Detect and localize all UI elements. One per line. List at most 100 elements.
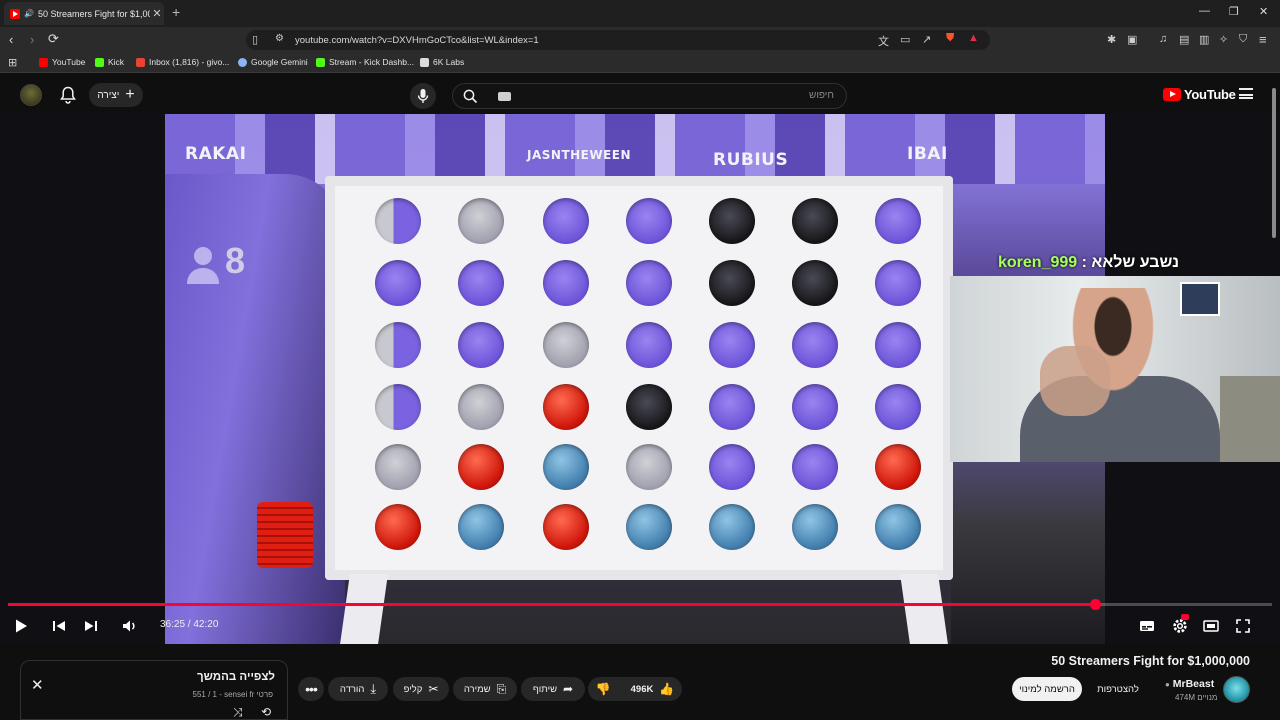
gmail-bookmark-icon (136, 57, 145, 67)
board-hole-purple (875, 322, 921, 368)
video-player[interactable]: RAKAI JASNTHEWEEN RUBIUS IBAI 8 koren_99… (0, 114, 1280, 644)
dislike-icon[interactable]: 👎 (596, 682, 611, 696)
bookmark-kick[interactable]: Kick (95, 57, 124, 67)
board-hole-blue (626, 504, 672, 550)
more-actions-button[interactable]: ••• (298, 677, 324, 701)
address-bar[interactable]: ▯ ⚙ youtube.com/watch?v=DXVHmGoCTco&list… (246, 30, 990, 50)
logo-text: YouTube (1184, 87, 1236, 102)
loop-icon[interactable]: ⟲ (261, 705, 271, 719)
voice-search-button[interactable] (410, 83, 436, 109)
video-info-area: ✕ לצפייה בהמשך 551 / 1 - sensei fr פרטי … (0, 644, 1280, 720)
menu-icon[interactable]: ≡ (1259, 32, 1267, 47)
keyboard-icon[interactable] (498, 92, 511, 101)
bookmark-icon[interactable]: ▯ (252, 33, 258, 46)
chat-username: koren_999 (998, 254, 1078, 271)
media-icon[interactable]: ♫ (1159, 33, 1167, 45)
page-scrollbar[interactable] (1272, 88, 1277, 708)
clip-button[interactable]: קליפ ✂ (393, 677, 449, 701)
playlist-title[interactable]: לצפייה בהמשך (197, 671, 275, 683)
board-hole-grey (375, 444, 421, 490)
bookmark-youtube[interactable]: YouTube (39, 57, 85, 67)
like-icon[interactable]: 👍 (659, 682, 674, 696)
forward-icon[interactable]: › (30, 32, 34, 47)
settings-button[interactable] (1171, 614, 1189, 635)
board-hole-purple (458, 260, 504, 306)
notifications-bell-icon[interactable] (60, 86, 76, 104)
leo-ai-icon[interactable]: ✧ (1219, 33, 1228, 46)
picture-in-picture-icon[interactable]: ▭ (900, 33, 910, 46)
save-label: שמירה (463, 683, 491, 695)
close-playlist-icon[interactable]: ✕ (31, 676, 44, 694)
speaker-icon[interactable]: 🔊 (24, 9, 34, 18)
board-hole-dark (709, 198, 755, 244)
time-display: 36:25 / 42:20 (160, 619, 219, 630)
wallet-icon[interactable]: ▥ (1199, 33, 1209, 46)
channel-avatar[interactable] (1223, 676, 1250, 703)
bookmark-gemini[interactable]: Google Gemini (238, 57, 308, 67)
guide-menu-icon[interactable] (1239, 88, 1253, 99)
volume-button[interactable] (121, 617, 139, 635)
previous-button[interactable] (50, 617, 68, 635)
verified-icon: ● (1165, 680, 1170, 689)
playlist-subtitle: 551 / 1 - sensei fr פרטי (192, 690, 273, 699)
minimize-icon[interactable]: — (1199, 5, 1210, 17)
vpn-icon[interactable]: ⛉ (1239, 33, 1247, 46)
subscribe-label: הרשמה למינוי (1019, 683, 1075, 695)
create-label: יצירה (97, 89, 120, 101)
extensions-icon[interactable]: ✱ (1107, 33, 1116, 46)
reload-icon[interactable]: ⟳ (48, 31, 59, 47)
brave-shield-icon[interactable]: ⛊ (946, 32, 954, 45)
url-text: youtube.com/watch?v=DXVHmGoCTco&list=WL&… (295, 35, 539, 46)
board-hole-red (875, 444, 921, 490)
like-count: 496K (630, 683, 654, 695)
sidebar-toggle-icon[interactable]: ▣ (1127, 33, 1137, 46)
reading-list-icon[interactable]: ▤ (1179, 33, 1189, 46)
bookmark-inbox[interactable]: Inbox (1,816) - givo... (136, 57, 229, 67)
board-hole-blue (709, 504, 755, 550)
create-button[interactable]: יצירה + (89, 83, 143, 107)
window-close-icon[interactable]: ✕ (1259, 5, 1268, 18)
subscribe-button[interactable]: הרשמה למינוי (1012, 677, 1082, 701)
browser-tab[interactable]: 🔊 50 Streamers Fight for $1,000... ✕ (4, 2, 164, 25)
share-button[interactable]: שיתוף ➦ (521, 677, 585, 701)
play-button[interactable] (12, 617, 30, 635)
more-icon: ••• (305, 681, 318, 697)
apps-grid-icon[interactable]: ⊞ (8, 56, 17, 69)
bookmark-kick-dashboard[interactable]: Stream - Kick Dashb... (316, 57, 414, 67)
site-settings-icon[interactable]: ⚙ (275, 33, 284, 44)
next-button[interactable] (82, 617, 100, 635)
user-avatar[interactable] (20, 84, 42, 106)
youtube-logo[interactable]: YouTube (1163, 87, 1236, 102)
rewards-icon[interactable]: ▲ (968, 32, 979, 44)
jersey-name: JASNTHEWEEN (527, 148, 632, 162)
subtitles-button[interactable] (1138, 617, 1156, 635)
save-button[interactable]: שמירה ⎘ (453, 677, 517, 701)
board-hole-purple (875, 260, 921, 306)
maximize-icon[interactable]: ❐ (1229, 5, 1239, 18)
board-hole-grey (626, 444, 672, 490)
translate-icon[interactable]: 文 (878, 33, 889, 49)
channel-name[interactable]: ● MrBeast (1165, 678, 1214, 690)
share-page-icon[interactable]: ↗ (922, 33, 931, 46)
jersey-name: RAKAI (185, 144, 247, 164)
new-tab-icon[interactable]: + (172, 4, 180, 20)
fullscreen-button[interactable] (1234, 617, 1252, 635)
search-icon[interactable] (463, 89, 478, 104)
theater-mode-button[interactable] (1202, 617, 1220, 635)
back-icon[interactable]: ‹ (9, 32, 13, 47)
subtitles-icon (1140, 621, 1154, 631)
like-dislike-group: 👎 496K 👍 (588, 677, 682, 701)
download-button[interactable]: הורדה ⤓ (328, 677, 388, 701)
progress-bar[interactable] (8, 599, 1272, 610)
search-input[interactable]: חיפוש (452, 83, 847, 109)
join-button[interactable]: להצטרפות (1088, 677, 1148, 701)
shuffle-icon[interactable]: ⤨ (233, 705, 243, 720)
board-hole-blue (792, 504, 838, 550)
close-tab-icon[interactable]: ✕ (150, 7, 164, 20)
join-label: להצטרפות (1097, 683, 1139, 695)
scrubber-handle[interactable] (1090, 599, 1102, 610)
wall-poster (1180, 282, 1220, 316)
scrollbar-thumb[interactable] (1272, 88, 1276, 238)
bookmark-6k-labs[interactable]: 6K Labs (420, 57, 464, 67)
youtube-bookmark-icon (39, 57, 48, 67)
